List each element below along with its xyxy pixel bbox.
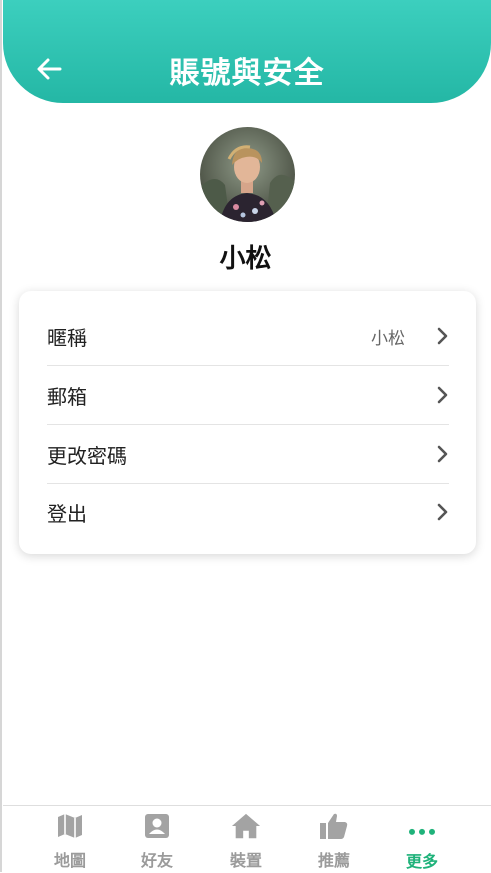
tab-devices[interactable]: 裝置 [206, 811, 286, 871]
tab-recommend[interactable]: 推薦 [294, 811, 374, 871]
account-settings-card: 暱稱 小松 郵箱 更改密碼 登出 [19, 291, 476, 554]
page-title: 賬號與安全 [169, 56, 325, 91]
user-photo [200, 127, 295, 222]
settings-row-label: 暱稱 [47, 325, 87, 350]
settings-row-label: 更改密碼 [47, 443, 127, 468]
chevron-right-icon [435, 385, 449, 405]
avatar[interactable] [200, 127, 295, 222]
settings-row-email[interactable]: 郵箱 [47, 366, 449, 425]
settings-row-nickname[interactable]: 暱稱 小松 [47, 307, 449, 366]
chevron-right-icon [435, 444, 449, 464]
tab-map[interactable]: 地圖 [30, 811, 110, 871]
settings-row-label: 登出 [47, 501, 87, 526]
tab-label: 好友 [140, 851, 173, 870]
user-name: 小松 [219, 244, 272, 274]
home-icon [231, 811, 261, 840]
bottom-tab-bar: 地圖 好友 裝置 推薦 更多 [3, 805, 491, 873]
more-dots-icon [407, 811, 437, 841]
settings-row-logout[interactable]: 登出 [47, 483, 449, 541]
tab-friends[interactable]: 好友 [117, 811, 197, 871]
tab-label: 更多 [405, 852, 438, 871]
settings-row-value: 小松 [371, 328, 405, 349]
tab-label: 推薦 [317, 851, 350, 870]
chevron-right-icon [435, 502, 449, 522]
contact-icon [142, 811, 172, 840]
settings-row-change-password[interactable]: 更改密碼 [47, 425, 449, 484]
header-bar: 賬號與安全 [3, 0, 491, 103]
tab-label: 裝置 [229, 851, 262, 870]
tab-label: 地圖 [53, 851, 86, 870]
tab-more[interactable]: 更多 [382, 811, 462, 871]
map-icon [55, 811, 85, 840]
thumbs-up-icon [319, 811, 349, 840]
settings-row-label: 郵箱 [47, 384, 87, 409]
chevron-right-icon [435, 326, 449, 346]
window-left-border [0, 0, 2, 872]
